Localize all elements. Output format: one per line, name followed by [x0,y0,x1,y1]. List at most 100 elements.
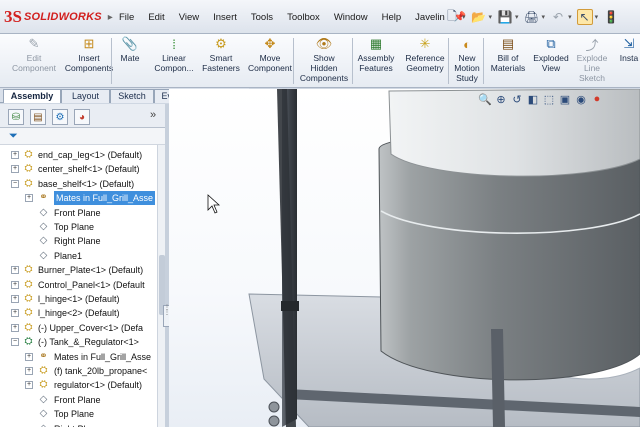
menu-insert[interactable]: Insert [206,12,244,23]
collapse-icon[interactable]: − [11,179,19,188]
bill-of-materials-button[interactable]: ▤ Bill of Materials [487,36,529,88]
expand-icon[interactable]: + [11,151,19,159]
display-style-icon[interactable]: ▣ [557,91,573,107]
reference-geometry-button[interactable]: ✳ Reference Geometry [400,36,450,88]
expand-icon[interactable]: + [25,381,33,390]
expand-icon[interactable]: + [11,323,19,332]
plane-icon: ◇ [39,393,48,405]
solidworks-logo[interactable]: 3S SOLIDWORKS ▸ [4,7,113,27]
display-manager-icon[interactable]: ◕ [74,109,90,125]
graphics-area[interactable] [169,89,640,427]
tree-item-label: Mates in Full_Grill_Asse [54,351,152,362]
select-icon[interactable]: ↖ [576,9,593,25]
mate-button[interactable]: 📎 Mate [118,36,142,88]
undo-icon[interactable]: ↶ [550,9,566,25]
zoom-to-area-icon[interactable]: ⊕ [493,91,509,107]
expand-icon[interactable]: + [11,295,19,303]
tab-sketch[interactable]: Sketch [110,89,154,103]
tree-item[interactable]: + ⛭ Control_Panel<1> (Default [0,278,157,292]
edit-component-button[interactable]: ✎ Edit Component [8,36,60,88]
undo-caret-icon[interactable]: ▾ [568,13,572,21]
property-manager-icon[interactable]: ▤ [30,109,46,125]
menu-edit[interactable]: Edit [141,12,171,23]
linear-pattern-button[interactable]: ⁞ Linear Compon... [153,36,195,88]
open-caret-icon[interactable]: ▾ [489,13,493,21]
menu-view[interactable]: View [172,12,206,23]
component-icon: ⛭ [24,307,33,319]
subassembly-icon: ⛭ [24,336,33,348]
expand-icon[interactable]: + [11,280,19,289]
expand-icon[interactable]: + [11,165,19,174]
rebuild-icon[interactable]: 🚦 [603,9,619,25]
save-icon[interactable]: 💾 [497,9,513,25]
tree-item[interactable]: + ⛭ regulator<1> (Default) [0,378,157,392]
assembly-features-button[interactable]: ▦ Assembly Features [356,36,396,88]
filter-icon[interactable]: ⏷ [9,130,18,143]
menu-file[interactable]: File [112,12,141,23]
tab-assembly[interactable]: Assembly [3,89,61,103]
tree-item[interactable]: + ⛭ l_hinge<2> (Default) [0,306,157,320]
tree-scrollbar[interactable] [157,145,165,427]
section-view-icon[interactable]: ◧ [525,91,541,107]
tree-item[interactable]: + ⛭ l_hinge<1> (Default) [0,292,157,306]
save-caret-icon[interactable]: ▾ [515,13,519,21]
expand-icon[interactable]: + [25,367,33,375]
menu-window[interactable]: Window [327,12,375,23]
tree-item[interactable]: ◇ Top Plane [0,220,157,234]
tab-layout[interactable]: Layout [61,89,110,103]
motion-study-button[interactable]: ◐ New Motion Study [452,36,482,88]
configuration-manager-icon[interactable]: ⚙ [52,109,68,125]
hide-show-items-icon[interactable]: ◉ [573,91,589,107]
previous-view-icon[interactable]: ↺ [509,91,525,107]
tree-item[interactable]: − ⛭ base_shelf<1> (Default) [0,177,157,191]
tree-item[interactable]: + ⚭ Mates in Full_Grill_Asse [0,191,157,206]
tree-item-label: Right Plane [54,236,101,247]
tree-item[interactable]: ◇ Top Plane [0,407,157,421]
tree-item[interactable]: ◇ Plane1 [0,249,157,263]
tree-item[interactable]: ◇ Right Plane [0,234,157,248]
ribbon-separator [111,38,112,84]
open-folder-icon[interactable]: 📂 [471,9,487,25]
more-tabs-icon[interactable]: » [150,109,156,121]
tree-item[interactable]: + ⛭ center_shelf<1> (Default) [0,162,157,176]
feature-tree-icon[interactable]: ⛁ [8,109,24,125]
menu-tools[interactable]: Tools [244,12,280,23]
mate-icon: 📎 [121,36,139,51]
print-icon[interactable]: 🖨 [524,9,540,25]
mates-folder-icon: ⚭ [39,192,48,204]
new-caret-icon[interactable]: ▾ [462,13,466,21]
tree-item[interactable]: − ⛭ (-) Tank_&_Regulator<1> [0,335,157,349]
menu-toolbox[interactable]: Toolbox [280,12,327,23]
expand-icon[interactable]: + [25,352,33,361]
tree-item[interactable]: ◇ Front Plane [0,393,157,407]
far-post[interactable] [491,329,505,427]
zoom-to-fit-icon[interactable]: 🔍 [477,91,493,107]
insert-components-button[interactable]: ⊞ Insert Components [64,36,114,88]
expand-icon[interactable]: + [11,309,19,318]
tree-item[interactable]: + ⛭ Burner_Plate<1> (Default) [0,263,157,277]
tree-item[interactable]: + ⛭ (f) tank_20lb_propane< [0,364,157,378]
move-component-button[interactable]: ✥ Move Component [246,36,294,88]
assembly-model[interactable] [169,89,640,427]
smart-fasteners-button[interactable]: ⚙ Smart Fasteners [199,36,243,88]
view-orientation-icon[interactable]: ⬚ [541,91,557,107]
tree-item[interactable]: + ⚭ Mates in Full_Grill_Asse [0,350,157,364]
menu-help[interactable]: Help [375,12,409,23]
instant3d-button[interactable]: ⇲ Insta [614,36,640,88]
tree-item[interactable]: ◇ Right Plane [0,422,157,427]
tree-item[interactable]: ◇ Front Plane [0,206,157,220]
component-icon: ⛭ [24,293,33,304]
tree-item-label: Top Plane [54,222,95,232]
expand-icon[interactable]: + [11,266,19,275]
expand-icon[interactable]: + [25,194,33,203]
select-caret-icon[interactable]: ▾ [595,13,599,21]
new-document-icon[interactable]: 🗋 [444,9,460,25]
tree-item[interactable]: + ⛭ (-) Upper_Cover<1> (Defa [0,321,157,335]
print-caret-icon[interactable]: ▾ [542,13,546,21]
show-hidden-button[interactable]: 👁 Show Hidden Components [297,36,351,88]
explode-line-sketch-button[interactable]: ⤴ Explode Line Sketch [574,36,610,88]
exploded-view-button[interactable]: ⧉ Exploded View [530,36,572,88]
tree-item[interactable]: + ⛭ end_cap_leg<1> (Default) [0,148,157,162]
appearance-icon[interactable]: ● [589,91,605,107]
collapse-icon[interactable]: − [11,338,19,347]
